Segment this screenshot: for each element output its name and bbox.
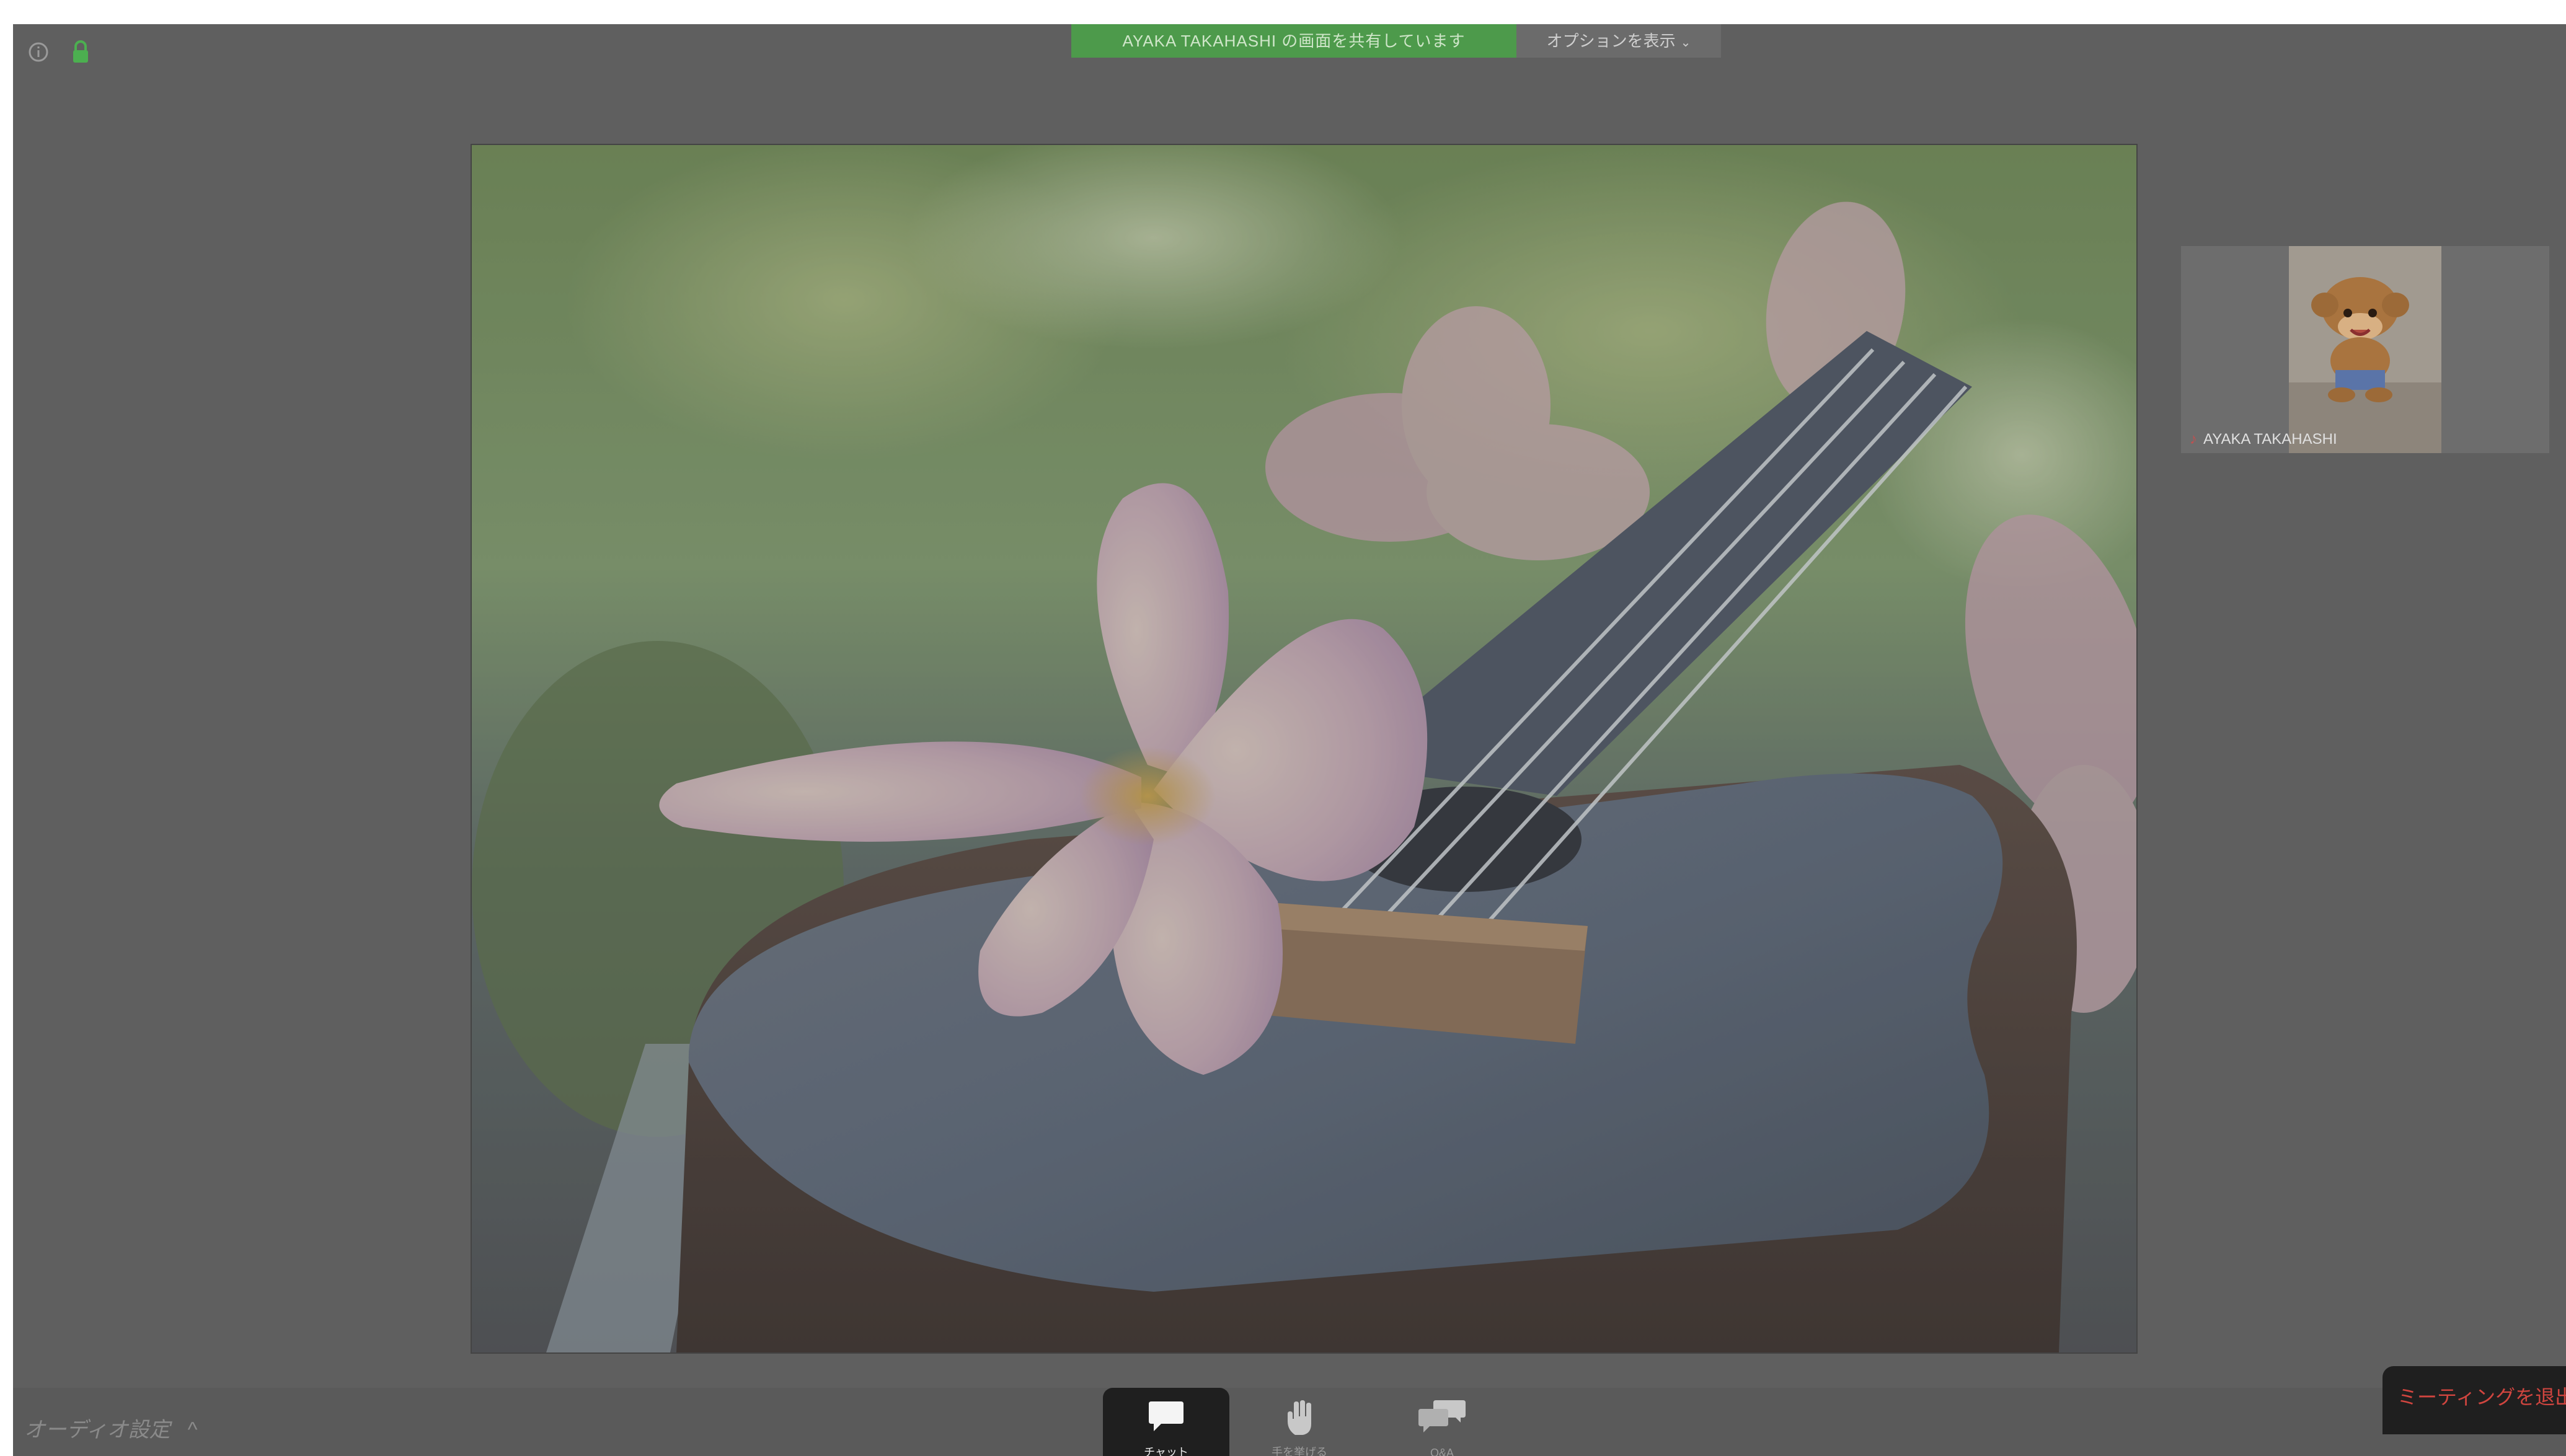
raise-hand-label: 手を挙げる [1272, 1446, 1327, 1456]
chevron-down-icon: ⌄ [1680, 36, 1691, 50]
lock-icon[interactable] [70, 39, 91, 65]
mascot-figure-image [2289, 246, 2441, 453]
info-icon[interactable] [28, 42, 49, 63]
chat-button[interactable]: チャット [1103, 1388, 1229, 1456]
qa-icon [1418, 1400, 1466, 1432]
bottom-toolbar: オーディオ設定 ^ チャット 手を挙げる Q&A [13, 1388, 2566, 1456]
shared-photo [472, 145, 2136, 1352]
participant-name: AYAKA TAKAHASHI [2203, 431, 2337, 448]
chevron-up-icon[interactable]: ^ [188, 1418, 198, 1442]
shared-screen-content [471, 144, 2138, 1354]
leave-meeting-label: ミーティングを退出 [2397, 1386, 2566, 1408]
qa-button[interactable]: Q&A [1380, 1388, 1504, 1456]
participant-thumbnail[interactable]: ♪ AYAKA TAKAHASHI [2181, 246, 2549, 453]
screen-share-banner: AYAKA TAKAHASHI の画面を共有しています [1071, 24, 1516, 58]
chat-icon [1149, 1401, 1183, 1431]
audio-settings-button[interactable]: オーディオ設定 ^ [24, 1413, 198, 1443]
qa-label: Q&A [1430, 1447, 1454, 1456]
chat-label: チャット [1144, 1446, 1188, 1456]
view-options-label: オプションを表示 [1546, 32, 1676, 50]
zoom-meeting-window: AYAKA TAKAHASHI の画面を共有しています オプションを表示 ⌄ ♪… [13, 24, 2566, 1456]
participant-name-label: ♪ AYAKA TAKAHASHI [2190, 431, 2337, 448]
view-options-button[interactable]: オプションを表示 ⌄ [1516, 24, 1721, 58]
screen: AYAKA TAKAHASHI の画面を共有しています オプションを表示 ⌄ ♪… [0, 0, 2566, 1456]
audio-settings-label: オーディオ設定 [24, 1418, 170, 1442]
leave-meeting-button[interactable]: ミーティングを退出 [2382, 1366, 2566, 1434]
mic-muted-icon: ♪ [2190, 431, 2197, 448]
raise-hand-button[interactable]: 手を挙げる [1237, 1388, 1361, 1456]
raise-hand-icon [1288, 1400, 1311, 1435]
participant-video [2289, 246, 2441, 453]
